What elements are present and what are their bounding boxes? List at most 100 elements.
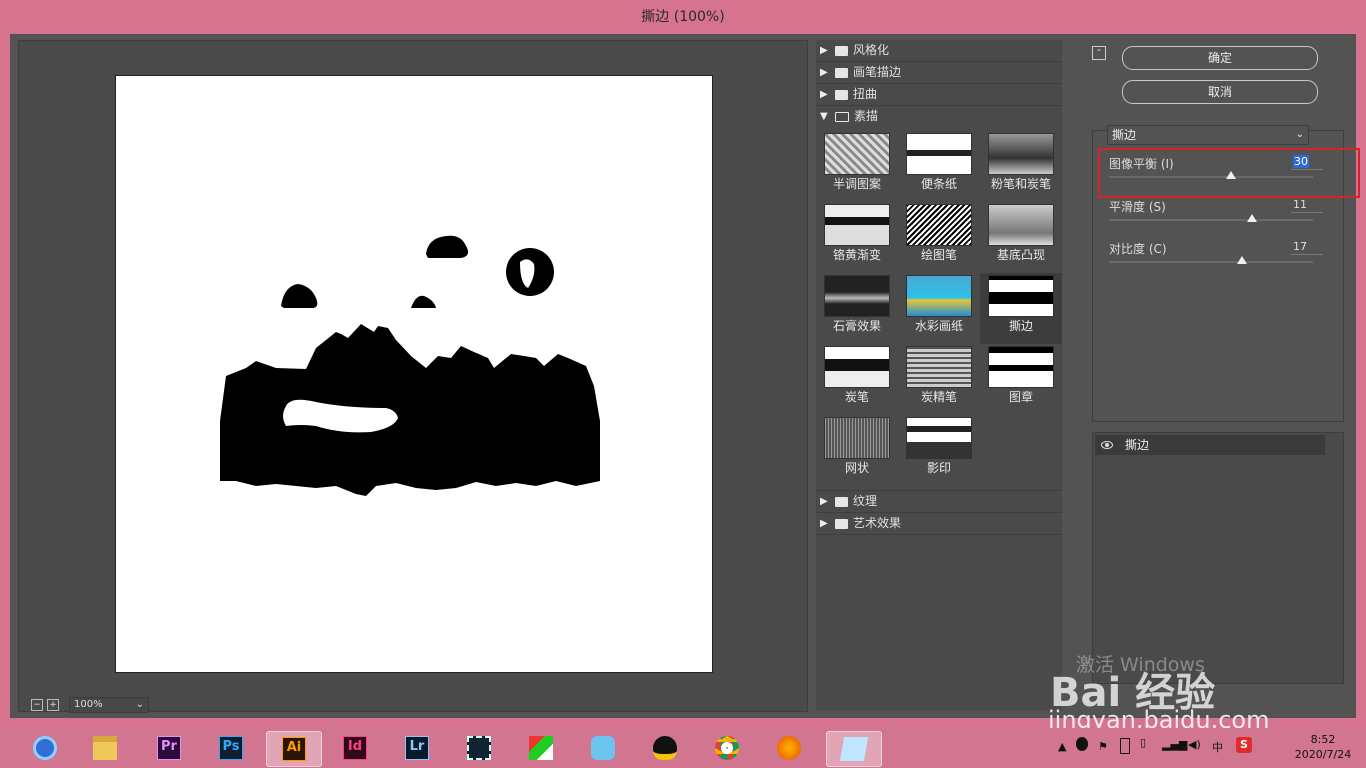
param-contrast: 对比度 (C) 17 — [1109, 240, 1323, 280]
open-folder-icon — [835, 111, 849, 122]
filter-reticulation[interactable]: 网状 — [816, 415, 898, 486]
filter-select[interactable]: 撕边 ⌄ — [1107, 125, 1309, 145]
param-smoothness: 平滑度 (S) 11 — [1109, 198, 1323, 238]
filter-charcoal[interactable]: 炭笔 — [816, 344, 898, 415]
qq-tray-icon[interactable] — [1076, 737, 1088, 751]
network-icon[interactable]: ▯ — [1140, 736, 1146, 749]
browser-icon[interactable] — [28, 731, 62, 765]
folder-icon — [835, 45, 848, 56]
folder-icon — [835, 518, 848, 529]
photoshop-icon[interactable]: Ps — [214, 731, 248, 765]
sogou-icon[interactable]: S — [1236, 737, 1252, 753]
ime-indicator[interactable]: 中 — [1212, 739, 1223, 755]
effect-layer-name: 撕边 — [1125, 438, 1150, 452]
indesign-icon[interactable]: Id — [338, 731, 372, 765]
cancel-button[interactable]: 取消 — [1122, 80, 1318, 104]
filter-thumbnail — [824, 204, 890, 246]
clock-time: 8:52 — [1310, 733, 1336, 746]
filter-stamp[interactable]: 图章 — [980, 344, 1062, 415]
filter-thumbnail — [906, 204, 972, 246]
zoom-bar: − + 100% ⌄ — [31, 697, 149, 713]
preview-image — [220, 235, 600, 496]
lightroom-icon[interactable]: Lr — [400, 731, 434, 765]
video-icon[interactable] — [462, 731, 496, 765]
zoom-out-button[interactable]: − — [31, 699, 43, 711]
filter-photocopy[interactable]: 影印 — [898, 415, 980, 486]
filter-thumbnail — [906, 417, 972, 459]
filter-chrome[interactable]: 铬黄渐变 — [816, 202, 898, 273]
chevron-down-icon: ⌄ — [135, 699, 144, 710]
explorer-icon[interactable] — [88, 731, 122, 765]
clock-date: 2020/7/24 — [1294, 748, 1352, 761]
filter-halftone[interactable]: 半调图案 — [816, 131, 898, 202]
folder-icon — [835, 67, 848, 78]
firefox-icon[interactable] — [772, 731, 806, 765]
preview-canvas[interactable] — [115, 75, 713, 673]
filter-torn-edges[interactable]: 撕边 — [980, 273, 1062, 344]
effect-layers: 撕边 — [1092, 432, 1344, 684]
premiere-icon[interactable]: Pr — [152, 731, 186, 765]
category-artistic[interactable]: ▶ 艺术效果 — [816, 513, 1062, 535]
filter-select-value: 撕边 — [1112, 128, 1137, 142]
slider-track[interactable] — [1109, 214, 1313, 222]
filter-thumbnail — [906, 275, 972, 317]
param-label: 平滑度 (S) — [1109, 200, 1166, 214]
zoom-in-button[interactable]: + — [47, 699, 59, 711]
filter-thumbnail — [824, 417, 890, 459]
category-distort[interactable]: ▶ 扭曲 — [816, 84, 1062, 106]
filter-bas-relief[interactable]: 基底凸现 — [980, 202, 1062, 273]
qq-icon[interactable] — [648, 731, 682, 765]
zoom-select[interactable]: 100% ⌄ — [69, 697, 149, 713]
category-brush-strokes[interactable]: ▶ 画笔描边 — [816, 62, 1062, 84]
filter-plaster[interactable]: 石膏效果 — [816, 273, 898, 344]
signal-icon[interactable]: ▂▄▆ — [1162, 738, 1187, 751]
flag-icon[interactable]: ⚑ — [1098, 740, 1108, 753]
slider-handle[interactable] — [1246, 214, 1257, 222]
triangle-right-icon: ▶ — [820, 89, 828, 100]
filter-thumbnail — [824, 275, 890, 317]
filter-thumbnails: 半调图案 便条纸 粉笔和炭笔 铬黄渐变 绘图笔 基底凸现 石膏效果 水彩画纸 撕… — [816, 127, 1062, 490]
triangle-right-icon: ▶ — [820, 518, 828, 529]
zoom-value: 100% — [74, 699, 103, 710]
param-value-field[interactable]: 11 — [1291, 198, 1323, 213]
window-title: 撕边 (100%) — [0, 0, 1366, 34]
feishu-icon[interactable] — [586, 731, 620, 765]
category-stylize[interactable]: ▶ 风格化 — [816, 40, 1062, 62]
filter-thumbnail — [824, 346, 890, 388]
folder-icon — [835, 496, 848, 507]
highlight-annotation — [1098, 148, 1360, 198]
settings-panel: ⌃ 确定 取消 撕边 ⌄ 图像平衡 (I) 30 平滑度 (S) 11 对比度 … — [1082, 40, 1352, 710]
ok-button[interactable]: 确定 — [1122, 46, 1318, 70]
illustrator-icon[interactable]: Ai — [266, 731, 322, 767]
clock[interactable]: 8:52 2020/7/24 — [1288, 732, 1358, 762]
collapse-gallery-icon[interactable]: ⌃ — [1092, 46, 1106, 60]
filter-gallery: ▶ 风格化 ▶ 画笔描边 ▶ 扭曲 ▼ 素描 半调图案 便条纸 粉笔和炭笔 铬黄渐变 绘… — [816, 40, 1062, 710]
filter-thumbnail — [988, 346, 1054, 388]
triangle-right-icon: ▶ — [820, 67, 828, 78]
folder-icon — [835, 89, 848, 100]
param-value-field[interactable]: 17 — [1291, 240, 1323, 255]
filter-graphic-pen[interactable]: 绘图笔 — [898, 202, 980, 273]
filter-note-paper[interactable]: 便条纸 — [898, 131, 980, 202]
effect-layer[interactable]: 撕边 — [1095, 435, 1325, 455]
volume-icon[interactable]: ◀) — [1188, 738, 1201, 751]
triangle-right-icon: ▶ — [820, 45, 828, 56]
slider-track[interactable] — [1109, 256, 1313, 264]
chrome-icon[interactable] — [710, 731, 744, 765]
chevron-down-icon: ⌄ — [1295, 129, 1304, 140]
filter-thumbnail — [824, 133, 890, 175]
category-texture[interactable]: ▶ 纹理 — [816, 490, 1062, 513]
battery-icon[interactable] — [1120, 738, 1130, 754]
slider-handle[interactable] — [1236, 256, 1247, 264]
filter-thumbnail — [906, 346, 972, 388]
filter-conte-crayon[interactable]: 炭精笔 — [898, 344, 980, 415]
category-sketch[interactable]: ▼ 素描 — [816, 106, 1062, 127]
chevron-up-icon[interactable]: ▲ — [1058, 740, 1066, 753]
eye-icon[interactable] — [1101, 441, 1113, 449]
paint-icon[interactable] — [524, 731, 558, 765]
system-tray: ▲ ⚑ ▯ ▂▄▆ ◀) 中 S 8:52 2020/7/24 — [1058, 728, 1358, 768]
filter-thumbnail — [988, 133, 1054, 175]
filter-chalk-charcoal[interactable]: 粉笔和炭笔 — [980, 131, 1062, 202]
filter-water-paper[interactable]: 水彩画纸 — [898, 273, 980, 344]
notepad-icon[interactable] — [826, 731, 882, 767]
